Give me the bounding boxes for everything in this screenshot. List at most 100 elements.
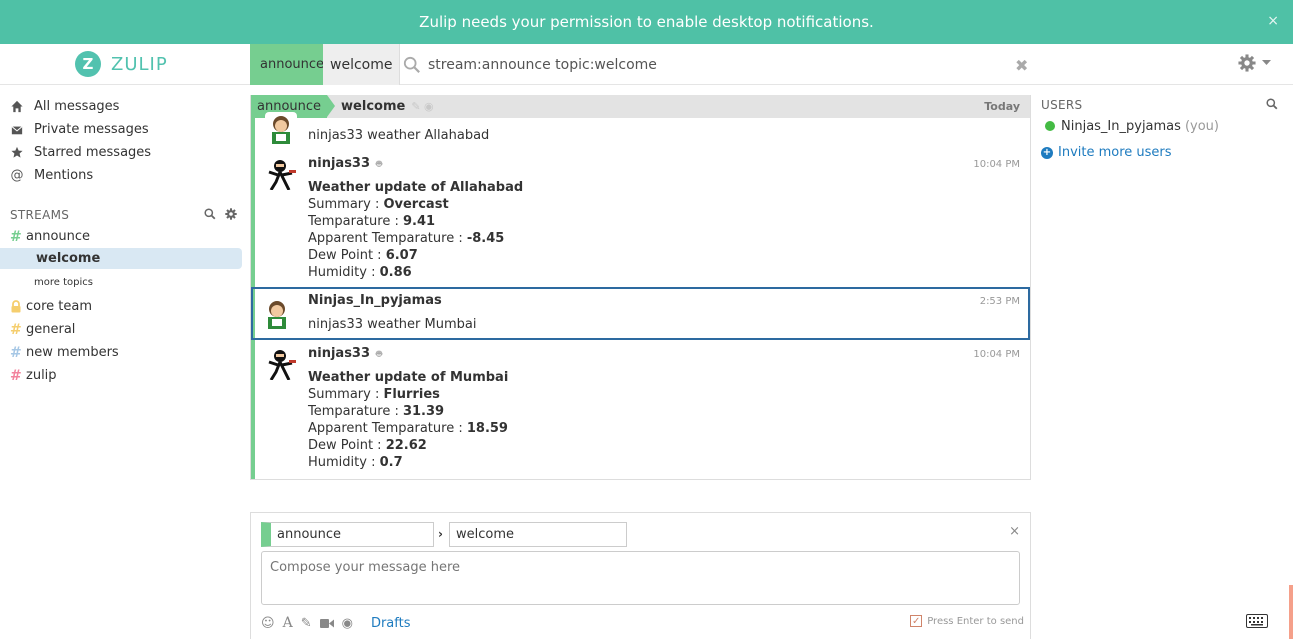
scrollbar-indicator[interactable] xyxy=(1289,585,1293,639)
home-icon xyxy=(11,100,23,113)
streams-heading: STREAMS xyxy=(10,208,70,222)
invite-label: Invite more users xyxy=(1058,145,1172,160)
emoji-icon[interactable]: ☺ xyxy=(261,616,275,631)
streams-header: STREAMS xyxy=(0,205,245,225)
recipient-date: Today xyxy=(984,100,1020,113)
stream-search-icon[interactable] xyxy=(204,208,216,220)
stream-hash-icon: # xyxy=(10,321,22,338)
topic-welcome[interactable]: welcome xyxy=(0,248,242,269)
compose-stream-input[interactable] xyxy=(261,522,434,547)
enter-send-label: Press Enter to send xyxy=(927,615,1024,627)
stream-name: general xyxy=(26,322,76,337)
stream-name: core team xyxy=(26,299,93,314)
stream-announce[interactable]: # announce xyxy=(0,225,245,248)
users-heading: USERS xyxy=(1041,98,1083,112)
sender-name[interactable]: Ninjas_In_pyjamas xyxy=(308,287,1018,308)
search-clear-icon[interactable]: ✖ xyxy=(1015,56,1028,75)
user-you-tag: (you) xyxy=(1184,118,1219,134)
right-sidebar: USERS Ninjas_In_pyjamas (you) + Invite m… xyxy=(1041,95,1286,160)
compose-topic-input[interactable] xyxy=(449,522,627,547)
user-search-icon[interactable] xyxy=(1266,98,1278,110)
enter-to-send[interactable]: ✓ Press Enter to send xyxy=(910,615,1024,627)
message-row[interactable]: ninjas33 🤖︎ 10:04 PM Weather update of M… xyxy=(255,340,1030,479)
nav-all-messages[interactable]: All messages xyxy=(0,95,245,118)
user-list-item[interactable]: Ninjas_In_pyjamas (you) xyxy=(1041,115,1286,137)
zulip-logo-icon: Z xyxy=(75,51,101,77)
weather-title: Weather update of Mumbai xyxy=(308,370,509,385)
formatting-icon[interactable]: A xyxy=(283,615,293,631)
message-row[interactable]: ninjas33 weather Allahabad xyxy=(255,112,1030,150)
stream-hash-icon: # xyxy=(10,228,22,245)
preview-eye-icon[interactable]: ◉ xyxy=(342,616,353,631)
stream-zulip[interactable]: # zulip xyxy=(0,364,245,387)
nav-label: Mentions xyxy=(34,168,94,183)
stream-new-members[interactable]: # new members xyxy=(0,341,245,364)
message-row[interactable]: ninjas33 🤖︎ 10:04 PM Weather update of A… xyxy=(255,150,1030,287)
avatar[interactable] xyxy=(265,112,297,144)
avatar[interactable] xyxy=(265,348,297,380)
top-navbar: Z ZULIP announce welcome ✖ xyxy=(0,44,1293,85)
bot-icon: 🤖︎ xyxy=(376,348,383,360)
nav-mentions[interactable]: @ Mentions xyxy=(0,164,245,187)
narrow-stream-pill[interactable]: announce xyxy=(250,44,335,85)
message-time[interactable]: 10:04 PM xyxy=(973,349,1020,360)
avatar[interactable] xyxy=(265,158,297,190)
recipient-topic[interactable]: welcome xyxy=(341,99,405,114)
stream-settings-gear-icon[interactable] xyxy=(225,208,237,220)
avatar-image-icon xyxy=(265,112,297,144)
presence-active-icon xyxy=(1045,121,1055,131)
message-row-selected[interactable]: Ninjas_In_pyjamas 2:53 PM ninjas33 weath… xyxy=(251,287,1030,340)
drafts-link[interactable]: Drafts xyxy=(371,616,411,631)
star-icon xyxy=(11,146,23,158)
nav-starred-messages[interactable]: Starred messages xyxy=(0,141,245,164)
message-time[interactable]: 10:04 PM xyxy=(973,159,1020,170)
video-call-icon[interactable] xyxy=(319,618,334,629)
search-input[interactable] xyxy=(428,54,1008,76)
nav-label: Private messages xyxy=(34,122,149,137)
stream-name: announce xyxy=(26,229,91,244)
attachment-icon[interactable]: ✎ xyxy=(301,616,312,631)
ninja-avatar-icon xyxy=(268,160,296,190)
message-time[interactable]: 2:53 PM xyxy=(980,296,1020,307)
bot-icon: 🤖︎ xyxy=(376,158,383,170)
stream-name: zulip xyxy=(26,368,57,383)
more-topics-link[interactable]: more topics xyxy=(0,269,245,295)
weather-row: Humidity : 0.86 xyxy=(308,265,412,280)
weather-row: Apparent Temparature : -8.45 xyxy=(308,231,505,246)
invite-users-link[interactable]: + Invite more users xyxy=(1041,145,1286,160)
notification-banner: Zulip needs your permission to enable de… xyxy=(0,0,1293,44)
chevron-down-icon xyxy=(1262,60,1271,65)
edit-topic-icon[interactable]: ✎ ◉ xyxy=(411,100,433,113)
compose-textarea[interactable] xyxy=(261,551,1020,605)
zulip-logo[interactable]: Z ZULIP xyxy=(75,51,168,77)
banner-text[interactable]: Zulip needs your permission to enable de… xyxy=(419,13,874,31)
stream-hash-icon: # xyxy=(10,344,22,361)
sender-name[interactable]: ninjas33 🤖︎ xyxy=(308,340,1018,361)
left-sidebar: All messages Private messages Starred me… xyxy=(0,95,245,387)
envelope-icon xyxy=(11,125,23,134)
sender-name[interactable]: ninjas33 🤖︎ xyxy=(308,150,1018,171)
weather-row: Summary : Overcast xyxy=(308,197,449,212)
keyboard-icon[interactable] xyxy=(1246,614,1268,628)
message-content: Weather update of Allahabad Summary : Ov… xyxy=(308,179,1018,281)
weather-title: Weather update of Allahabad xyxy=(308,180,524,195)
chevron-right-icon: › xyxy=(438,527,443,541)
compose-close-icon[interactable]: × xyxy=(1009,524,1020,539)
enter-send-checkbox[interactable]: ✓ xyxy=(910,615,923,627)
gear-icon xyxy=(1238,54,1256,72)
settings-menu[interactable] xyxy=(1238,54,1271,72)
banner-close-icon[interactable]: × xyxy=(1267,13,1279,29)
nav-private-messages[interactable]: Private messages xyxy=(0,118,245,141)
ninja-avatar-icon xyxy=(268,350,296,380)
lock-icon xyxy=(11,300,21,313)
search-icon[interactable] xyxy=(403,56,421,74)
zulip-logo-text: ZULIP xyxy=(111,53,168,75)
avatar[interactable] xyxy=(261,297,293,329)
user-name: Ninjas_In_pyjamas xyxy=(1061,118,1181,134)
weather-row: Apparent Temparature : 18.59 xyxy=(308,421,508,436)
message-content: ninjas33 weather Allahabad xyxy=(308,128,490,143)
stream-hash-icon: # xyxy=(10,367,22,384)
narrow-topic-pill[interactable]: welcome xyxy=(323,44,401,85)
stream-core-team[interactable]: core team xyxy=(0,295,245,318)
stream-general[interactable]: # general xyxy=(0,318,245,341)
